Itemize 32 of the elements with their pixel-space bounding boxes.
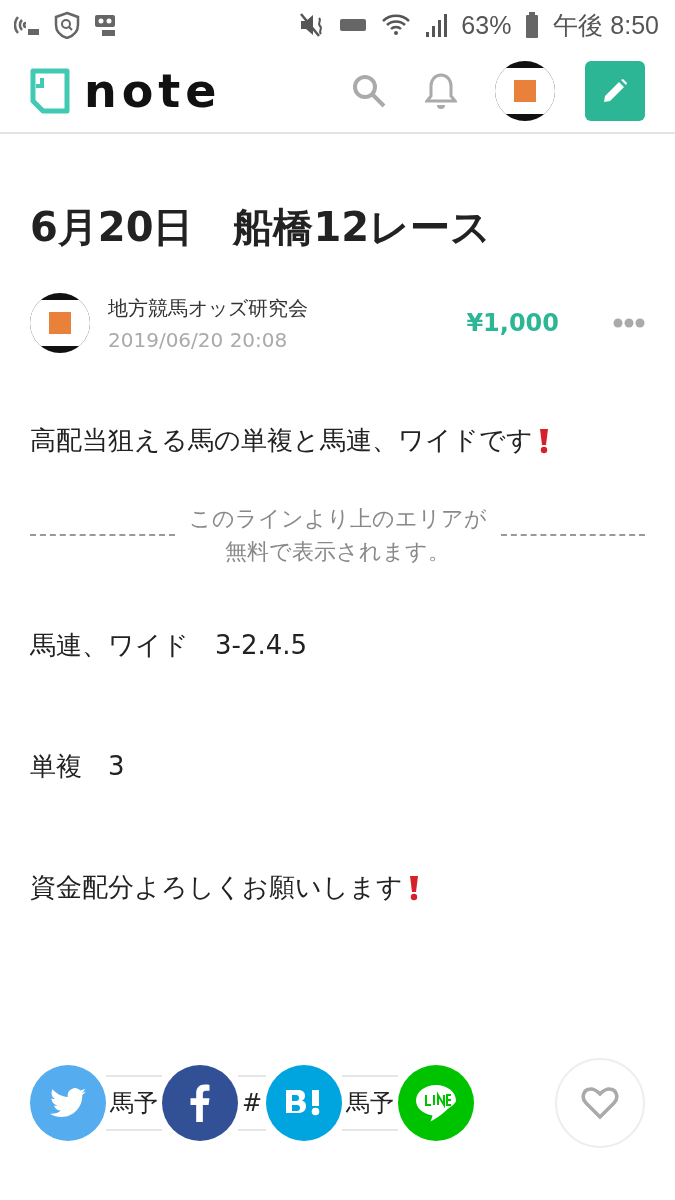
f-letter-icon: [190, 1084, 210, 1122]
speech-bubble-icon: [415, 1083, 458, 1123]
wifi-icon: [381, 12, 412, 38]
bird-icon: [50, 1088, 86, 1118]
user-avatar[interactable]: [495, 61, 555, 121]
paywall-notice: このラインより上のエリアが 無料で表示されます。: [188, 505, 487, 566]
battery-percentage: 63%: [461, 10, 512, 40]
price: ¥1,000: [466, 309, 559, 337]
article-text: 資金配分よろしくお願いします: [30, 871, 403, 904]
article-text: 単複 3: [30, 750, 125, 783]
heart-icon: [581, 1086, 619, 1120]
shield-icon: [54, 11, 80, 39]
article-text: 高配当狙える馬の単複と馬連、ワイドです: [30, 424, 533, 457]
note-logo-icon: [30, 68, 70, 114]
clock: 午後 8:50: [553, 9, 659, 41]
voicemail-icon: [94, 13, 116, 37]
logo-text[interactable]: note: [84, 64, 222, 118]
hashtag-chip[interactable]: 馬予: [342, 1075, 399, 1131]
article-title: 6月20日 船橋12レース: [30, 203, 493, 252]
article-text: 馬連、ワイド 3-2.4.5: [30, 629, 308, 662]
signal-icon: [425, 12, 448, 38]
volte-icon: [339, 18, 368, 32]
pencil-icon: [602, 78, 628, 104]
battery-icon: [525, 12, 540, 38]
search-icon[interactable]: [351, 73, 387, 109]
author-name[interactable]: 地方競馬オッズ研究会: [108, 294, 449, 322]
hashtag-chip[interactable]: 馬予: [106, 1075, 162, 1131]
author-avatar[interactable]: [30, 293, 90, 353]
write-button[interactable]: [585, 61, 645, 121]
more-icon[interactable]: [613, 318, 645, 328]
bell-icon[interactable]: [425, 72, 457, 110]
publish-date: 2019/06/20 20:08: [108, 327, 289, 352]
